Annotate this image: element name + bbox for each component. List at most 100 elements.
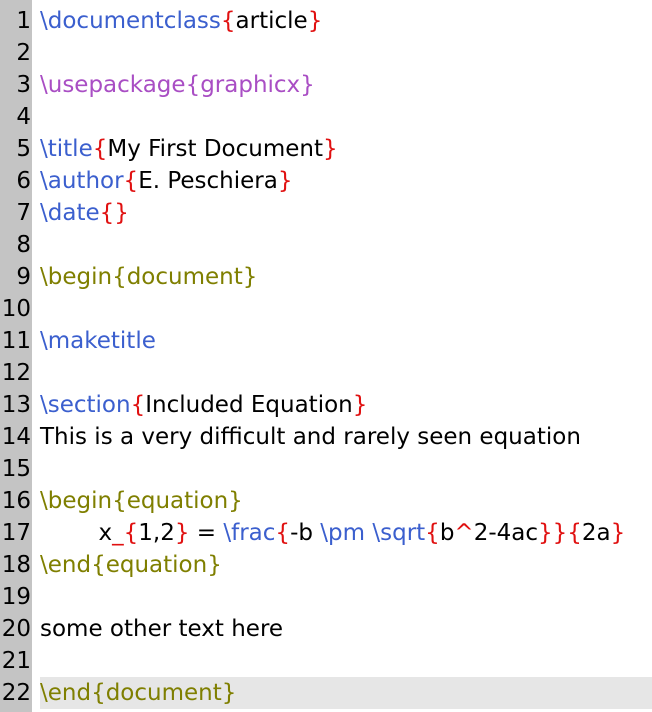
- token-command: \documentclass: [40, 8, 221, 34]
- line-content[interactable]: \end{equation}: [40, 549, 652, 581]
- token-env: \end{equation}: [40, 552, 222, 578]
- token-brace: }: [610, 520, 626, 546]
- token-env: \end{document}: [40, 680, 237, 706]
- token-brace: }}{: [538, 520, 582, 546]
- line-content[interactable]: This is a very difficult and rarely seen…: [40, 421, 652, 453]
- line-content[interactable]: \section{Included Equation}: [40, 389, 652, 421]
- token-command: \maketitle: [40, 328, 156, 354]
- code-line[interactable]: 9 \begin{document}: [0, 261, 652, 293]
- line-number: 16: [1, 488, 31, 514]
- token-brace: {: [123, 168, 139, 194]
- line-number: 18: [1, 552, 31, 578]
- code-line[interactable]: 21: [0, 645, 652, 677]
- line-number: 14: [1, 424, 31, 450]
- token-brace: }: [352, 392, 368, 418]
- line-content[interactable]: \begin{document}: [40, 261, 652, 293]
- code-line[interactable]: 20 some other text here: [0, 613, 652, 645]
- line-content[interactable]: [40, 645, 652, 677]
- line-number: 11: [1, 328, 31, 354]
- line-number: 4: [16, 104, 31, 130]
- code-line[interactable]: 10: [0, 293, 652, 325]
- line-content[interactable]: x_{1,2} = \frac{-b \pm \sqrt{b^2-4ac}}{2…: [40, 517, 652, 549]
- code-line[interactable]: 5 \title{My First Document}: [0, 133, 652, 165]
- line-content[interactable]: [40, 229, 652, 261]
- token-brace: _{: [112, 520, 139, 546]
- line-number: 8: [16, 232, 31, 258]
- line-content[interactable]: \begin{equation}: [40, 485, 652, 517]
- token-text: E. Peschiera: [138, 168, 278, 194]
- code-line[interactable]: 13 \section{Included Equation}: [0, 389, 652, 421]
- code-line[interactable]: 4: [0, 101, 652, 133]
- token-text: =: [189, 520, 224, 546]
- token-text: 2a: [581, 520, 611, 546]
- line-content[interactable]: [40, 37, 652, 69]
- line-content[interactable]: some other text here: [40, 613, 652, 645]
- line-number: 15: [1, 456, 31, 482]
- code-line[interactable]: 11 \maketitle: [0, 325, 652, 357]
- code-line[interactable]: 14 This is a very difficult and rarely se…: [0, 421, 652, 453]
- token-text: b: [439, 520, 455, 546]
- code-line[interactable]: 17 x_{1,2} = \frac{-b \pm \sqrt{b^2-4ac}…: [0, 517, 652, 549]
- token-brace: ^: [454, 520, 474, 546]
- token-brace: }: [323, 136, 338, 162]
- token-text: article: [235, 8, 308, 34]
- token-brace: }: [174, 520, 190, 546]
- token-text: 2-4ac: [473, 520, 539, 546]
- token-text: x: [40, 520, 113, 546]
- token-brace: }: [307, 8, 323, 34]
- line-number: 10: [1, 296, 31, 322]
- token-env: \begin{equation}: [40, 488, 243, 514]
- code-line[interactable]: 16 \begin{equation}: [0, 485, 652, 517]
- line-number: 19: [1, 584, 31, 610]
- code-line[interactable]: 22 \end{document}: [0, 677, 652, 709]
- token-brace: {: [92, 136, 108, 162]
- code-line[interactable]: 19: [0, 581, 652, 613]
- code-line[interactable]: 12: [0, 357, 652, 389]
- code-line[interactable]: 3 \usepackage{graphicx}: [0, 69, 652, 101]
- line-number: 12: [1, 360, 31, 386]
- line-content[interactable]: [40, 357, 652, 389]
- line-content[interactable]: [40, 581, 652, 613]
- line-number: 2: [16, 40, 31, 66]
- line-content[interactable]: \title{My First Document}: [40, 133, 652, 165]
- line-number: 5: [16, 136, 31, 162]
- line-content[interactable]: [40, 293, 652, 325]
- token-brace: }: [277, 168, 293, 194]
- token-text: some other text here: [40, 616, 284, 642]
- line-number: 21: [1, 648, 31, 674]
- token-package: {graphicx}: [185, 72, 315, 98]
- code-line[interactable]: 1 \documentclass{article}: [0, 5, 652, 37]
- code-editor[interactable]: 1 \documentclass{article} 2 3 \usepackage{gr…: [0, 0, 652, 712]
- line-content[interactable]: \usepackage{graphicx}: [40, 69, 652, 101]
- code-line[interactable]: 6 \author{E. Peschiera}: [0, 165, 652, 197]
- line-content[interactable]: \date{}: [40, 197, 652, 229]
- code-line[interactable]: 18 \end{equation}: [0, 549, 652, 581]
- line-content[interactable]: [40, 453, 652, 485]
- line-number: 7: [16, 200, 31, 226]
- token-command: \author: [40, 168, 124, 194]
- token-text: 1,2: [138, 520, 175, 546]
- token-brace: {}: [99, 200, 129, 226]
- token-command: \section: [40, 392, 131, 418]
- token-brace: {: [425, 520, 440, 546]
- line-content[interactable]: [40, 101, 652, 133]
- code-line[interactable]: 8: [0, 229, 652, 261]
- token-brace: {: [130, 392, 146, 418]
- line-number: 6: [16, 168, 31, 194]
- line-number: 13: [1, 392, 31, 418]
- token-package: \usepackage: [40, 72, 186, 98]
- code-line[interactable]: 2: [0, 37, 652, 69]
- line-content[interactable]: \end{document}: [40, 677, 652, 709]
- line-number: 3: [16, 72, 31, 98]
- line-content[interactable]: \documentclass{article}: [40, 5, 652, 37]
- token-brace: {: [275, 520, 291, 546]
- line-content[interactable]: \author{E. Peschiera}: [40, 165, 652, 197]
- token-command: \frac: [223, 520, 276, 546]
- line-number: 22: [1, 680, 31, 706]
- code-line[interactable]: 15: [0, 453, 652, 485]
- line-content[interactable]: \maketitle: [40, 325, 652, 357]
- token-text: -b: [290, 520, 321, 546]
- code-line[interactable]: 7 \date{}: [0, 197, 652, 229]
- token-command: \sqrt: [372, 520, 426, 546]
- token-command: \title: [40, 136, 93, 162]
